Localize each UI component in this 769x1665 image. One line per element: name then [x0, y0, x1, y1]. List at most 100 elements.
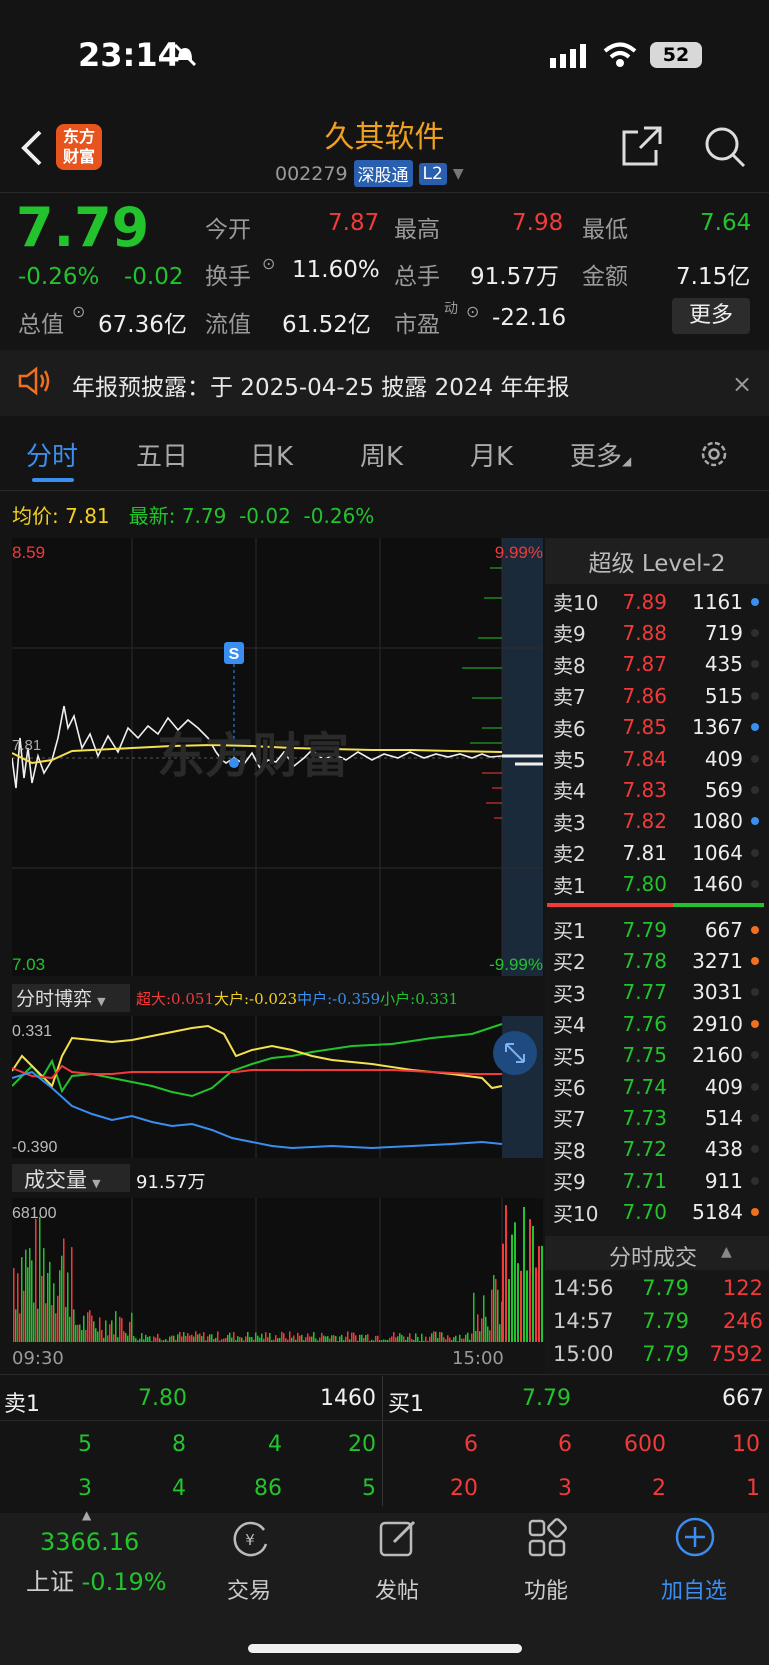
order-marker-dot	[751, 660, 759, 669]
volume-bar	[441, 1332, 443, 1342]
volume-bar	[483, 1295, 485, 1342]
level2-title[interactable]: 超级 Level-2	[545, 544, 769, 578]
tab-intraday[interactable]: 分时	[26, 436, 78, 473]
volume-bar	[43, 1248, 45, 1342]
last-price: 7.79	[16, 196, 150, 259]
volume-bar	[427, 1340, 429, 1342]
sell-order-row[interactable]: 卖6 7.85 1367	[553, 712, 763, 743]
buy-order-row[interactable]: 买2 7.78 3271	[553, 945, 763, 976]
change-pct: -0.26%	[18, 264, 100, 290]
sell-order-row[interactable]: 卖8 7.87 435	[553, 649, 763, 680]
y-bottom-label: 7.03	[12, 955, 45, 974]
buy-order-row[interactable]: 买6 7.74 409	[553, 1071, 763, 1102]
order-level-label: 卖3	[553, 810, 586, 835]
volume-bar	[467, 1332, 469, 1342]
turnover-value: 11.60%	[292, 257, 380, 283]
order-marker-dot	[751, 956, 759, 965]
tab-more[interactable]: 更多◢	[570, 436, 631, 473]
buy-order-row[interactable]: 买10 7.70 5184	[553, 1197, 763, 1228]
home-indicator[interactable]	[248, 1644, 522, 1653]
sell-order-row[interactable]: 卖1 7.80 1460	[553, 869, 763, 900]
buy-order-row[interactable]: 买4 7.76 2910	[553, 1008, 763, 1039]
nav-post[interactable]: 发帖	[337, 1573, 457, 1605]
volume-chart[interactable]: 68100	[12, 1198, 543, 1342]
nav-trade[interactable]: 交易	[189, 1573, 309, 1605]
intraday-chart[interactable]: S 东方财富 8.59 7.81 7.03 9.99% -9.99%	[12, 538, 543, 976]
game-selector[interactable]: 分时博弈 ▼	[12, 984, 130, 1012]
info-icon[interactable]: ⊙	[262, 254, 275, 273]
info-icon[interactable]: ⊙	[466, 302, 479, 321]
volume-selector[interactable]: 成交量 ▼	[12, 1164, 130, 1192]
volume-bar	[538, 1246, 540, 1342]
volume-bar	[329, 1338, 331, 1342]
volume-bar	[51, 1305, 53, 1342]
sell-order-row[interactable]: 卖5 7.84 409	[553, 743, 763, 774]
volume-bar	[217, 1331, 219, 1342]
volume-bar	[143, 1339, 145, 1342]
share-icon[interactable]	[620, 124, 664, 172]
tab-daily-k[interactable]: 日K	[250, 436, 293, 473]
buy-order-row[interactable]: 买3 7.77 3031	[553, 977, 763, 1008]
sell-order-row[interactable]: 卖7 7.86 515	[553, 680, 763, 711]
volume-bar	[21, 1257, 23, 1342]
stock-code-row[interactable]: 002279 深股通 L2 ▼	[275, 160, 464, 187]
volume-bar	[145, 1334, 147, 1342]
volume-bar	[33, 1302, 35, 1342]
volume-bar	[179, 1331, 181, 1342]
buy-order-row[interactable]: 买7 7.73 514	[553, 1102, 763, 1133]
latest-label: 最新:	[128, 504, 176, 528]
tab-weekly-k[interactable]: 周K	[360, 436, 403, 473]
buy-order-row[interactable]: 买5 7.75 2160	[553, 1040, 763, 1071]
nav-add-watchlist[interactable]: 加自选	[634, 1573, 754, 1605]
queue-cell: 3	[558, 1476, 572, 1501]
info-icon[interactable]: ⊙	[72, 302, 85, 321]
volume-bar	[115, 1311, 117, 1342]
sell-order-row[interactable]: 卖3 7.82 1080	[553, 806, 763, 837]
index-value[interactable]: 3366.16	[40, 1528, 139, 1556]
sell-order-row[interactable]: 卖2 7.81 1064	[553, 837, 763, 868]
close-icon[interactable]: ×	[732, 370, 752, 398]
sell-order-row[interactable]: 卖4 7.83 569	[553, 774, 763, 805]
more-button[interactable]: 更多	[672, 298, 750, 334]
buy-order-row[interactable]: 买8 7.72 438	[553, 1134, 763, 1165]
tab-five-day[interactable]: 五日	[136, 436, 188, 473]
wifi-icon	[603, 42, 637, 72]
trade-icon[interactable]: ¥	[228, 1518, 272, 1564]
add-watch-icon[interactable]	[674, 1516, 716, 1562]
tab-monthly-k[interactable]: 月K	[470, 436, 513, 473]
order-volume: 3271	[692, 948, 743, 973]
volume-bar	[399, 1333, 401, 1342]
buy-order-row[interactable]: 买9 7.71 911	[553, 1165, 763, 1196]
nav-function[interactable]: 功能	[486, 1573, 606, 1605]
order-level-label: 买9	[553, 1170, 586, 1195]
buy-order-row[interactable]: 买1 7.79 667	[553, 914, 763, 945]
order-price: 7.78	[622, 948, 667, 973]
queue-cell: 86	[254, 1476, 282, 1501]
volume-bar	[473, 1292, 475, 1342]
tick-volume: 7592	[709, 1342, 763, 1366]
volume-bar	[375, 1336, 377, 1342]
order-volume: 1367	[692, 715, 743, 740]
volume-bar	[526, 1270, 528, 1342]
volume-bar	[459, 1334, 461, 1342]
order-level-label: 卖8	[553, 653, 586, 678]
search-icon[interactable]	[702, 124, 748, 174]
game-chart[interactable]: 0.331 -0.390	[12, 1016, 543, 1158]
volume-bar	[119, 1316, 121, 1342]
pe-sup: 动	[444, 301, 458, 317]
edit-icon[interactable]	[378, 1518, 418, 1562]
volume-bar	[35, 1218, 37, 1342]
order-level-label: 卖7	[553, 685, 586, 710]
volume-bar	[327, 1336, 329, 1342]
volume-bar	[285, 1338, 287, 1342]
sell-order-row[interactable]: 卖10 7.89 1161	[553, 586, 763, 617]
grid-icon[interactable]	[527, 1518, 567, 1562]
gear-icon[interactable]	[698, 438, 730, 474]
index-row[interactable]: 上证 -0.19%	[26, 1562, 167, 1597]
volume-bar	[79, 1324, 81, 1342]
volume-bar	[77, 1324, 79, 1342]
volume-bar	[363, 1338, 365, 1342]
sell-order-row[interactable]: 卖9 7.88 719	[553, 617, 763, 648]
ticks-header[interactable]: 分时成交 ▲	[545, 1236, 769, 1271]
volume-bar	[299, 1335, 301, 1342]
